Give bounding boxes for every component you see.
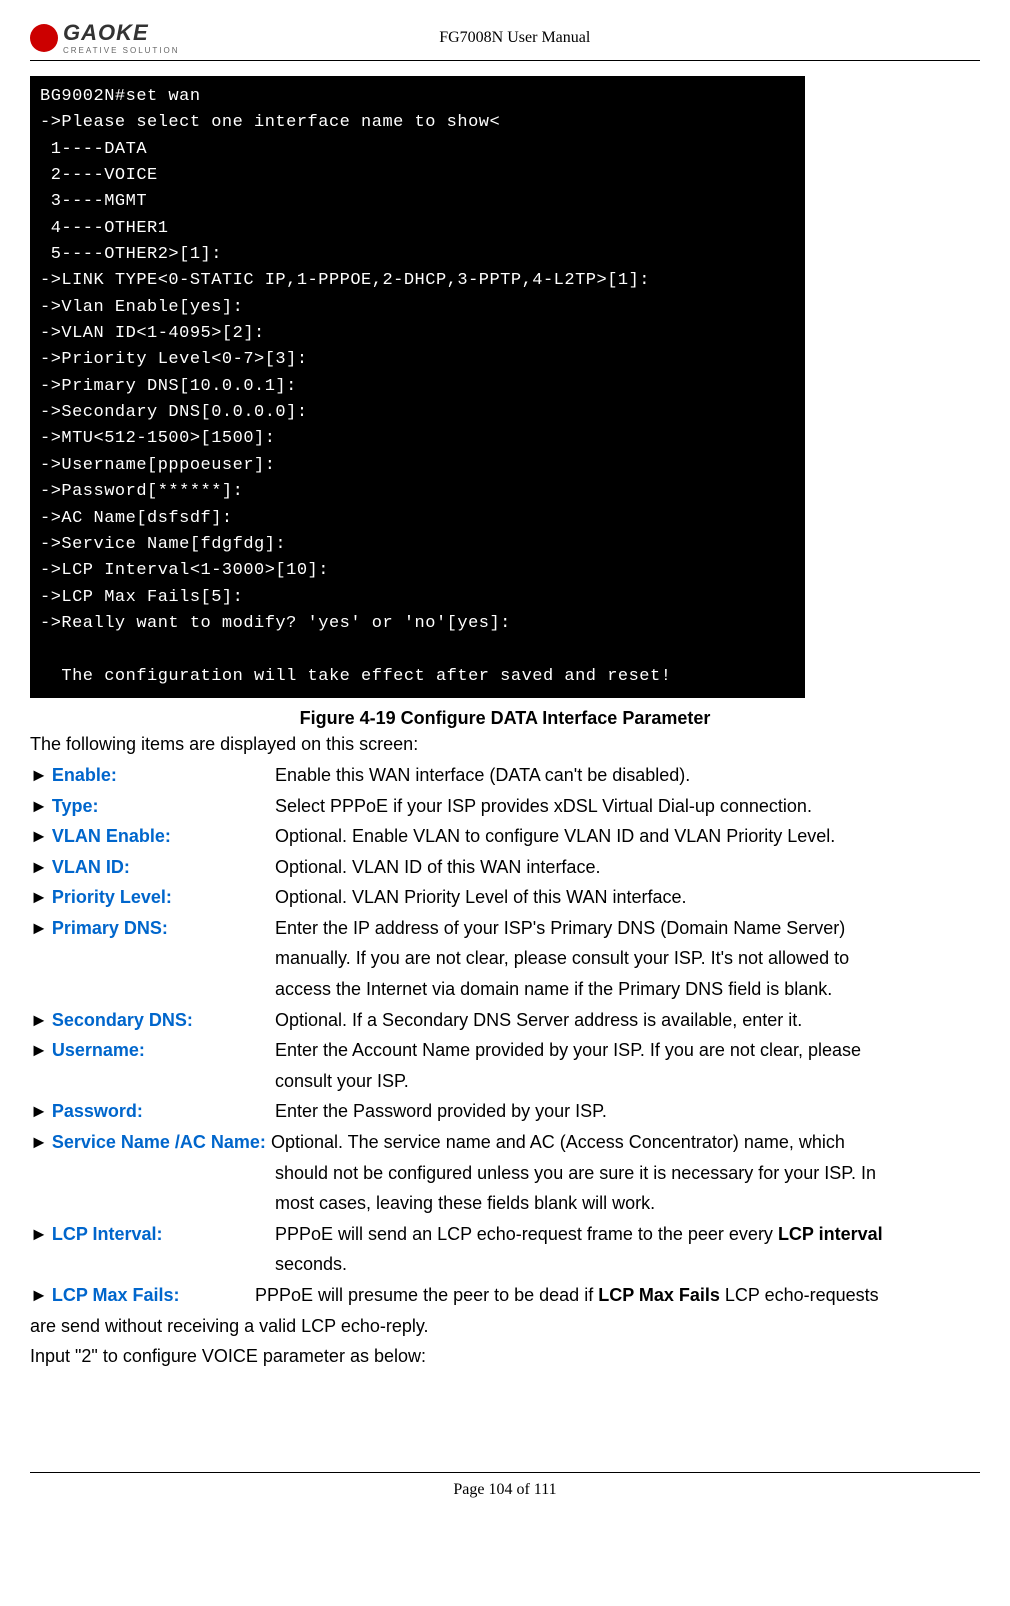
param-desc-cont: access the Internet via domain name if t… [275,974,980,1005]
param-desc: Optional. If a Secondary DNS Server addr… [275,1005,980,1036]
page-header: GAOKE CREATIVE SOLUTION FG7008N User Man… [30,20,980,61]
param-lcp-interval: ►LCP Interval: PPPoE will send an LCP ec… [30,1219,980,1250]
intro-text: The following items are displayed on thi… [30,734,980,755]
param-desc: Optional. VLAN ID of this WAN interface. [275,852,980,883]
param-label: LCP Interval: [52,1224,163,1244]
param-label: VLAN ID: [52,857,130,877]
param-label: Password: [52,1101,143,1121]
page-number: Page 104 of 111 [453,1481,556,1498]
terminal-screenshot: BG9002N#set wan ->Please select one inte… [30,76,805,698]
param-vlan-id: ►VLAN ID: Optional. VLAN ID of this WAN … [30,852,980,883]
param-desc: Enable this WAN interface (DATA can't be… [275,760,980,791]
param-desc: Optional. Enable VLAN to configure VLAN … [275,821,980,852]
param-label: Service Name /AC Name: [52,1132,266,1152]
param-enable: ►Enable: Enable this WAN interface (DATA… [30,760,980,791]
param-priority-level: ►Priority Level: Optional. VLAN Priority… [30,882,980,913]
param-desc: Enter the Account Name provided by your … [275,1035,980,1066]
param-password: ►Password: Enter the Password provided b… [30,1096,980,1127]
param-username: ►Username: Enter the Account Name provid… [30,1035,980,1066]
param-desc: Optional. VLAN Priority Level of this WA… [275,882,980,913]
param-desc: Enter the Password provided by your ISP. [275,1096,980,1127]
parameter-list: ►Enable: Enable this WAN interface (DATA… [30,760,980,1372]
param-desc: Select PPPoE if your ISP provides xDSL V… [275,791,980,822]
closing-text: Input "2" to configure VOICE parameter a… [30,1341,980,1372]
param-label: Username: [52,1040,145,1060]
param-label: Priority Level: [52,887,172,907]
logo-icon [30,24,58,52]
param-vlan-enable: ►VLAN Enable: Optional. Enable VLAN to c… [30,821,980,852]
page-footer: Page 104 of 111 [30,1472,980,1519]
param-label: VLAN Enable: [52,826,171,846]
param-desc: Enter the IP address of your ISP's Prima… [275,913,980,944]
param-desc: Optional. The service name and AC (Acces… [266,1132,845,1152]
param-desc: PPPoE will presume the peer to be dead i… [255,1280,980,1311]
param-service-name: ►Service Name /AC Name: Optional. The se… [30,1127,980,1158]
logo-brand: GAOKE [63,20,180,46]
param-primary-dns: ►Primary DNS: Enter the IP address of yo… [30,913,980,944]
manual-title: FG7008N User Manual [200,29,830,47]
param-label: Secondary DNS: [52,1010,193,1030]
param-desc: PPPoE will send an LCP echo-request fram… [275,1219,980,1250]
param-secondary-dns: ►Secondary DNS: Optional. If a Secondary… [30,1005,980,1036]
param-desc-cont: most cases, leaving these fields blank w… [275,1188,980,1219]
param-desc-cont: manually. If you are not clear, please c… [275,943,980,974]
param-desc-cont: seconds. [275,1249,980,1280]
logo: GAOKE CREATIVE SOLUTION [30,20,180,55]
figure-caption: Figure 4-19 Configure DATA Interface Par… [30,708,980,729]
param-type: ►Type: Select PPPoE if your ISP provides… [30,791,980,822]
param-label: Enable: [52,765,117,785]
param-label: Primary DNS: [52,918,168,938]
param-desc-cont: should not be configured unless you are … [275,1158,980,1189]
param-label: Type: [52,796,99,816]
param-desc-tail: are send without receiving a valid LCP e… [30,1311,980,1342]
logo-tagline: CREATIVE SOLUTION [63,46,180,55]
param-desc-cont: consult your ISP. [275,1066,980,1097]
param-label: LCP Max Fails: [52,1285,180,1305]
param-lcp-max-fails: ►LCP Max Fails: PPPoE will presume the p… [30,1280,980,1311]
